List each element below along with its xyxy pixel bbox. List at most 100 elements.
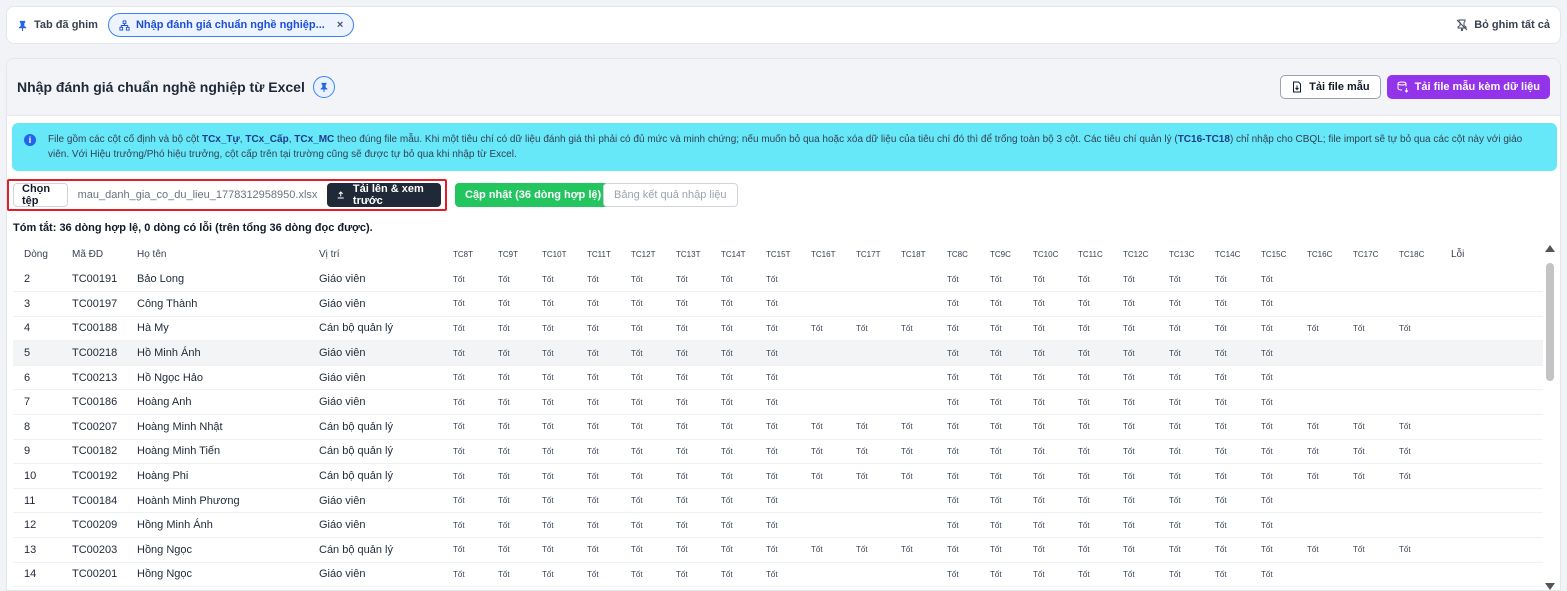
cell-grade: Tốt bbox=[1073, 267, 1118, 293]
cell-grade: Tốt bbox=[582, 537, 626, 563]
cell-grade: Tốt bbox=[537, 389, 582, 416]
cell-grade: Tốt bbox=[1118, 291, 1164, 317]
cell-grade: Tốt bbox=[761, 389, 806, 416]
cell-row: 13 bbox=[13, 537, 61, 563]
info-icon: i bbox=[24, 134, 36, 146]
upload-icon bbox=[338, 191, 345, 199]
download-template-with-data-button[interactable]: Tải file mẫu kèm dữ liệu bbox=[1386, 75, 1550, 99]
cell-grade bbox=[806, 267, 851, 293]
cell-position: Giáo viên bbox=[308, 389, 448, 416]
cell-grade bbox=[1394, 291, 1440, 317]
cell-grade: Tốt bbox=[896, 439, 942, 465]
cell-error bbox=[1440, 267, 1543, 293]
cell-grade: Tốt bbox=[716, 562, 761, 588]
cell-error bbox=[1440, 439, 1543, 465]
scroll-down-arrow-icon[interactable] bbox=[1545, 583, 1555, 590]
table-header-row: Dòng Mã ĐD Họ tên Vị trí TC8T TC9T TC10T… bbox=[13, 241, 1543, 267]
cell-grade: Tốt bbox=[1256, 340, 1302, 366]
cell-grade: Tốt bbox=[806, 414, 851, 440]
choose-file-button[interactable]: Chọn tệp bbox=[13, 183, 68, 207]
preview-table: Dòng Mã ĐD Họ tên Vị trí TC8T TC9T TC10T… bbox=[13, 241, 1543, 588]
import-results-button[interactable]: Bảng kết quả nhập liệu bbox=[603, 183, 738, 207]
cell-grade: Tốt bbox=[671, 562, 716, 588]
cell-grade bbox=[1348, 488, 1394, 514]
cell-grade: Tốt bbox=[537, 512, 582, 539]
pin-icon bbox=[320, 82, 328, 92]
cell-name: Hồ Ngọc Hảo bbox=[126, 365, 308, 391]
table-row: 10 TC00192 Hoàng Phi Cán bộ quản lý Tốt Tốt Tố… bbox=[13, 463, 1543, 489]
cell-position: Cán bộ quản lý bbox=[308, 463, 448, 489]
cell-position: Giáo viên bbox=[308, 488, 448, 514]
upload-preview-label: Tải lên & xem trước bbox=[352, 183, 424, 207]
cell-position: Cán bộ quản lý bbox=[308, 414, 448, 440]
col-header-tc: TC11T bbox=[587, 249, 611, 259]
scroll-thumb[interactable] bbox=[1546, 263, 1554, 381]
col-header-error: Lỗi bbox=[1451, 248, 1465, 260]
update-valid-rows-button[interactable]: Cập nhật (36 dòng hợp lệ) bbox=[455, 183, 612, 207]
cell-code: TC00192 bbox=[61, 463, 126, 489]
cell-grade bbox=[851, 389, 896, 416]
cell-grade: Tốt bbox=[1028, 267, 1073, 293]
cell-position: Giáo viên bbox=[308, 340, 448, 366]
cell-grade bbox=[1302, 389, 1348, 416]
unpin-all-button[interactable]: Bỏ ghim tất cả bbox=[1456, 19, 1550, 31]
cell-grade: Tốt bbox=[626, 267, 671, 293]
cell-code: TC00201 bbox=[61, 562, 126, 588]
cell-grade: Tốt bbox=[1118, 537, 1164, 563]
cell-grade: Tốt bbox=[716, 537, 761, 563]
cell-grade: Tốt bbox=[1210, 537, 1256, 563]
cell-grade bbox=[806, 488, 851, 514]
org-chart-icon bbox=[119, 19, 130, 31]
table-scrollbar[interactable] bbox=[1545, 245, 1556, 590]
cell-grade: Tốt bbox=[985, 439, 1028, 465]
cell-grade bbox=[806, 365, 851, 391]
cell-grade: Tốt bbox=[942, 267, 985, 293]
cell-grade bbox=[851, 267, 896, 293]
cell-grade: Tốt bbox=[716, 414, 761, 440]
cell-grade: Tốt bbox=[582, 488, 626, 514]
table-row: 12 TC00209 Hồng Minh Ánh Giáo viên Tốt Tốt Tốt… bbox=[13, 512, 1543, 539]
cell-grade: Tốt bbox=[1073, 389, 1118, 416]
cell-grade: Tốt bbox=[985, 562, 1028, 588]
cell-grade: Tốt bbox=[1394, 439, 1440, 465]
close-icon[interactable]: × bbox=[337, 19, 343, 31]
cell-grade: Tốt bbox=[985, 414, 1028, 440]
download-template-button[interactable]: Tải file mẫu bbox=[1280, 75, 1381, 99]
col-header-tc: TC17T bbox=[856, 249, 881, 259]
cell-grade: Tốt bbox=[671, 488, 716, 514]
pin-page-button[interactable] bbox=[312, 76, 335, 98]
cell-grade: Tốt bbox=[985, 267, 1028, 293]
cell-grade: Tốt bbox=[896, 537, 942, 563]
pinned-tab-import-assessment[interactable]: Nhập đánh giá chuẩn nghề nghiệp... × bbox=[107, 13, 355, 37]
cell-grade: Tốt bbox=[806, 316, 851, 342]
cell-grade bbox=[896, 389, 942, 416]
info-text: File gồm các cột cố định và bộ cột TCx_T… bbox=[48, 134, 1523, 160]
cell-grade bbox=[1394, 562, 1440, 588]
cell-grade bbox=[896, 340, 942, 366]
upload-preview-button[interactable]: Tải lên & xem trước bbox=[327, 183, 441, 207]
scroll-up-arrow-icon[interactable] bbox=[1545, 245, 1555, 252]
col-header-tc: TC18T bbox=[901, 249, 926, 259]
cell-position: Cán bộ quản lý bbox=[308, 316, 448, 342]
cell-grade: Tốt bbox=[448, 512, 493, 539]
cell-grade bbox=[851, 340, 896, 366]
cell-grade: Tốt bbox=[626, 537, 671, 563]
cell-grade: Tốt bbox=[1210, 389, 1256, 416]
cell-grade: Tốt bbox=[1256, 316, 1302, 342]
cell-code: TC00197 bbox=[61, 291, 126, 317]
cell-grade: Tốt bbox=[1028, 463, 1073, 489]
cell-error bbox=[1440, 291, 1543, 317]
cell-grade: Tốt bbox=[448, 340, 493, 366]
cell-grade: Tốt bbox=[985, 537, 1028, 563]
cell-grade: Tốt bbox=[1164, 291, 1210, 317]
cell-grade: Tốt bbox=[1256, 537, 1302, 563]
cell-grade: Tốt bbox=[1118, 439, 1164, 465]
cell-grade bbox=[851, 488, 896, 514]
selected-file-name: mau_danh_gia_co_du_lieu_1778312958950.xl… bbox=[77, 189, 318, 201]
cell-name: Hoàng Phi bbox=[126, 463, 308, 489]
cell-grade: Tốt bbox=[1118, 463, 1164, 489]
cell-grade: Tốt bbox=[1073, 340, 1118, 366]
cell-grade: Tốt bbox=[716, 365, 761, 391]
cell-grade: Tốt bbox=[493, 365, 537, 391]
cell-grade: Tốt bbox=[896, 316, 942, 342]
